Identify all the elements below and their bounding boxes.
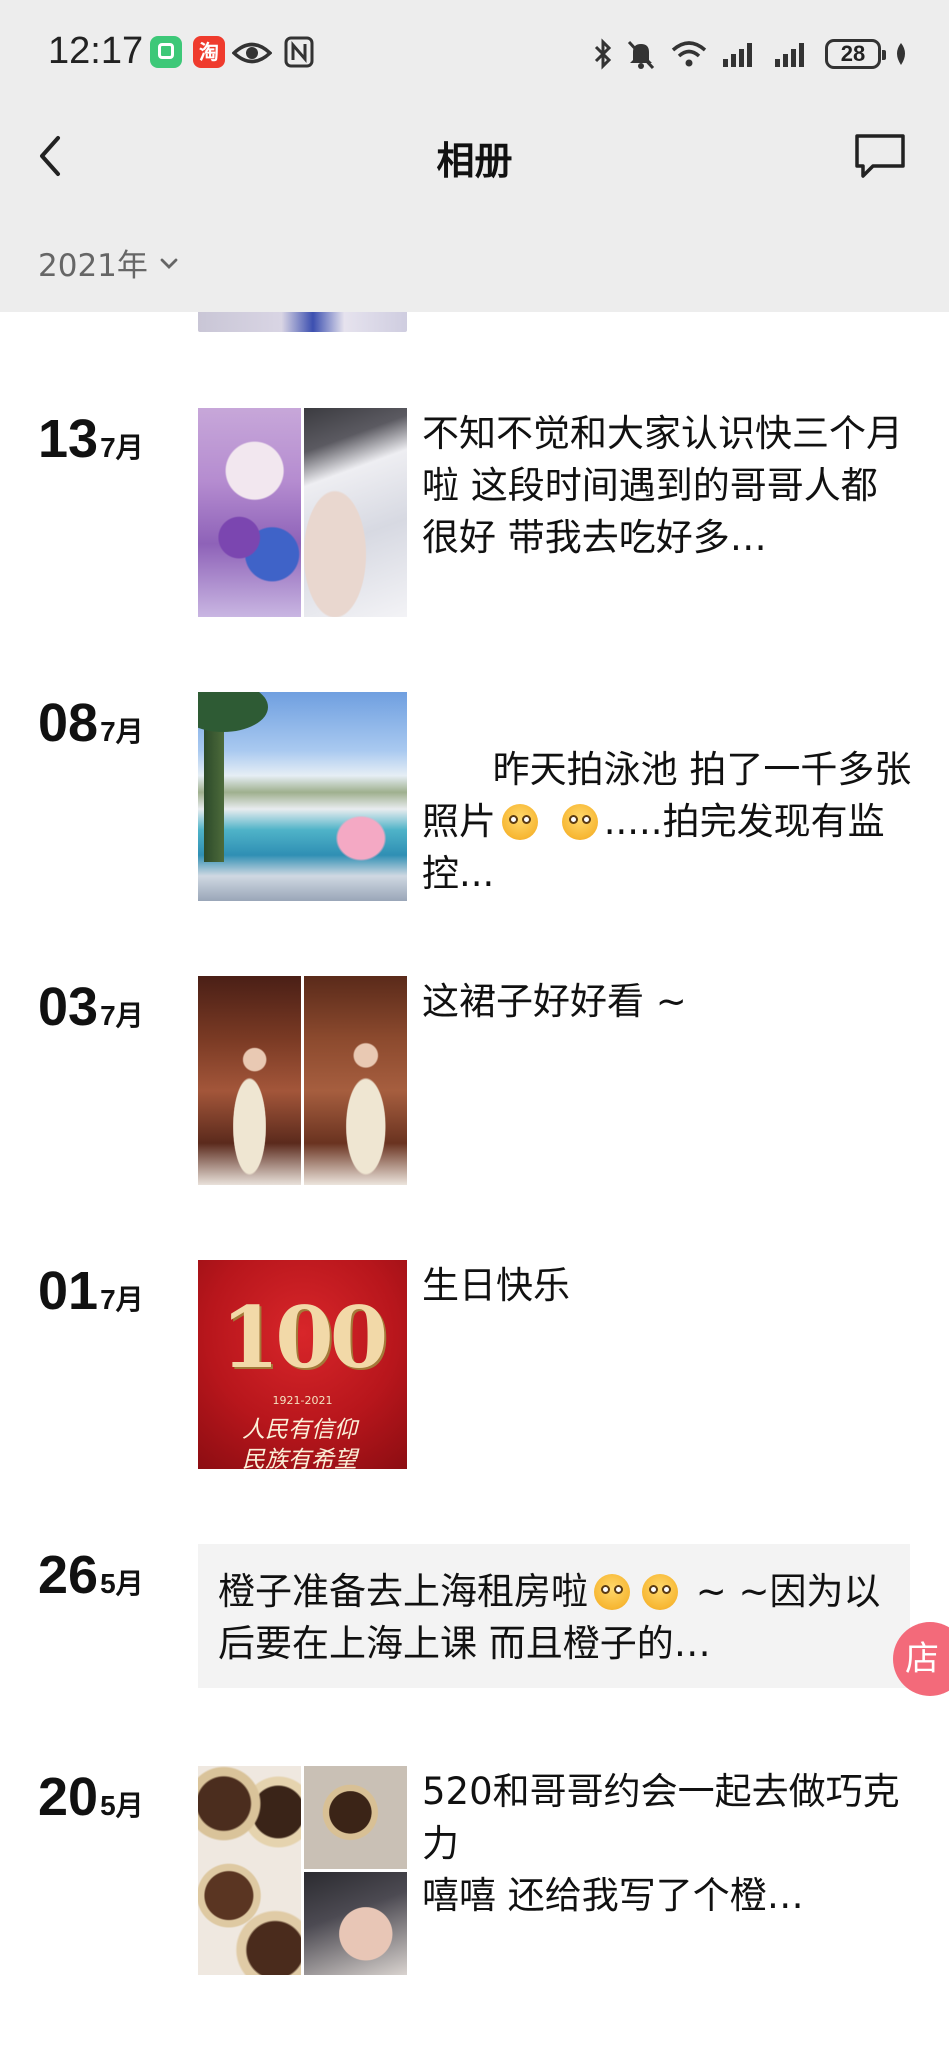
entry-month: 7月 [100, 1284, 144, 1315]
entry-date: 087月 [38, 692, 144, 754]
entry-date: 137月 [38, 408, 144, 470]
entry-month: 7月 [100, 716, 144, 747]
entry-text-card[interactable]: 橙子准备去上海租房啦 ~ ~因为以后要在上海上课 而且橙子的… [198, 1544, 910, 1688]
entry-month: 5月 [100, 1790, 144, 1821]
poster-slogan-1: 人民有信仰 [242, 1417, 357, 1443]
poster-slogan-2: 民族有希望 [242, 1447, 357, 1469]
photo-dress-left [198, 976, 301, 1185]
app-icon [150, 36, 182, 68]
entry-date: 205月 [38, 1766, 144, 1828]
wifi-icon [671, 41, 707, 67]
entry-day: 20 [38, 1767, 99, 1827]
status-icons-right: 28 [593, 34, 909, 74]
photo-right-column [304, 1766, 407, 1975]
entry-photo[interactable] [198, 1766, 407, 1975]
signal-icon [775, 43, 804, 67]
entry-photo[interactable]: 100 1921-2021 人民有信仰 民族有希望 [198, 1260, 407, 1469]
photo-cosplay [198, 408, 301, 617]
entry-day: 26 [38, 1545, 99, 1605]
palm-leaves [198, 692, 268, 732]
card-text-a: 橙子准备去上海租房啦 [218, 1570, 588, 1613]
photo-dress-right [304, 976, 407, 1185]
entry-date: 017月 [38, 1260, 144, 1322]
entry-caption[interactable]: 昨天拍泳池 拍了一千多张照片 .....拍完发现有监控... [422, 692, 912, 952]
photo-chocolates [198, 1766, 301, 1975]
bluetooth-icon [594, 38, 612, 70]
entry-date: 037月 [38, 976, 144, 1038]
leaf-icon [897, 43, 905, 65]
chevron-down-icon [160, 258, 178, 269]
year-filter-label: 2021年 [38, 248, 148, 284]
nav-header: 相册 [0, 110, 949, 200]
poster-years: 1921-2021 [272, 1394, 333, 1407]
status-time: 12:17 [48, 30, 144, 72]
entry-month: 7月 [100, 432, 144, 463]
entry-photo[interactable] [198, 692, 407, 901]
photo-arm [304, 408, 407, 617]
battery-icon: 28 [825, 39, 886, 69]
photo-chocolate-top [304, 1766, 407, 1869]
page-title: 相册 [436, 139, 513, 183]
poster-number: 100 [220, 1288, 388, 1387]
eye-icon [232, 42, 272, 64]
flushed-emoji-icon [594, 1574, 630, 1610]
entry-month: 5月 [100, 1568, 144, 1599]
flushed-emoji-icon [502, 804, 538, 840]
entry-month: 7月 [100, 1000, 144, 1031]
top-bar: 12:17 淘 28 相册 2021年 [0, 0, 949, 312]
photo-hands [304, 1872, 407, 1975]
message-button[interactable] [851, 128, 909, 184]
flushed-emoji-icon [561, 804, 598, 840]
entry-caption[interactable]: 不知不觉和大家认识快三个月啦 这段时间遇到的哥哥人都很好 带我去吃好多… [422, 408, 912, 564]
entry-photo[interactable] [198, 976, 407, 1185]
status-bar: 12:17 淘 28 [0, 0, 949, 110]
flushed-emoji-icon [642, 1574, 678, 1610]
entry-caption[interactable]: 这裙子好好看 ~ [422, 976, 912, 1028]
message-icon [855, 134, 905, 178]
nfc-icon [284, 36, 314, 68]
entry-day: 03 [38, 977, 99, 1037]
entry-day: 13 [38, 409, 99, 469]
entry-day: 08 [38, 693, 99, 753]
entry-photo[interactable] [198, 408, 407, 617]
entry-caption[interactable]: 520和哥哥约会一起去做巧克力 嘻嘻 还给我写了个橙… [422, 1766, 912, 1922]
entry-caption[interactable]: 生日快乐 [422, 1260, 912, 1312]
taobao-icon: 淘 [193, 36, 225, 68]
entry-date: 265月 [38, 1544, 144, 1606]
mute-icon [627, 40, 655, 70]
year-filter-dropdown[interactable]: 2021年 [38, 240, 180, 285]
entry-day: 01 [38, 1261, 99, 1321]
signal-icon [723, 43, 752, 67]
